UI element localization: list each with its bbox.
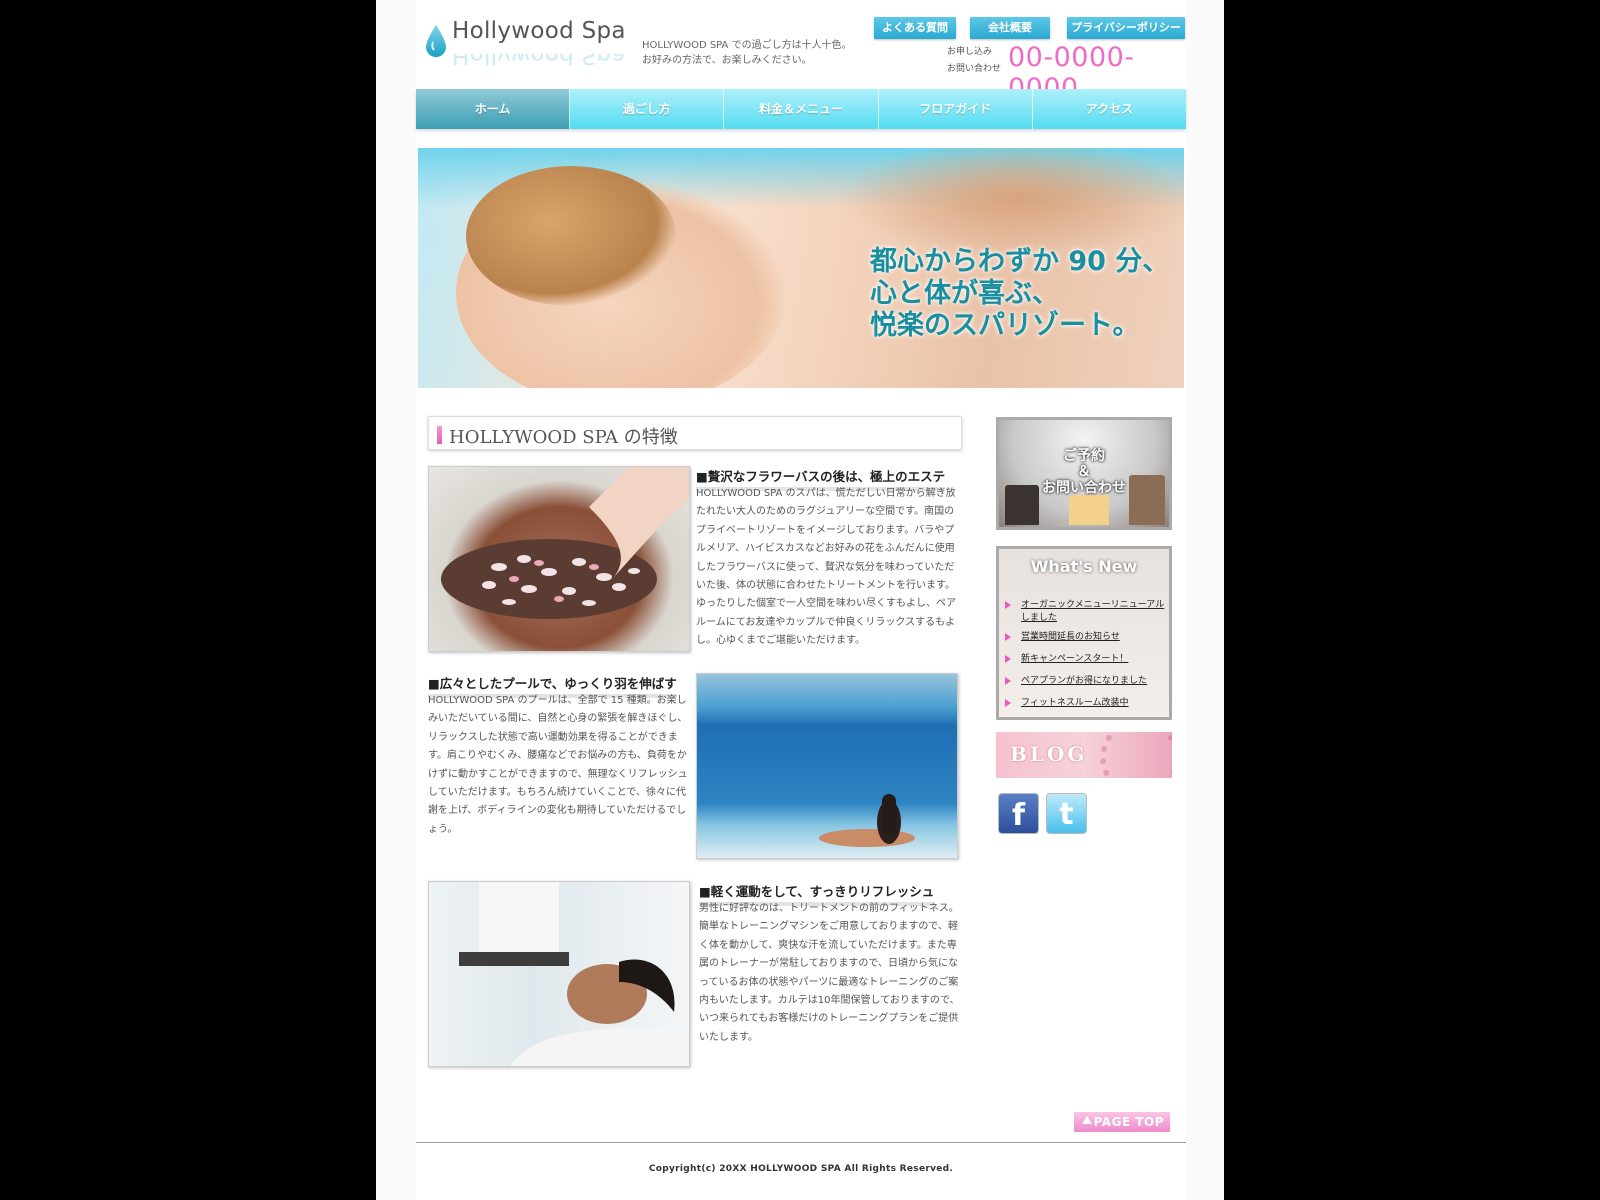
reservation-line-2: ＆	[1077, 464, 1091, 480]
hero-line-3: 悦楽のスパリゾート。	[870, 310, 1140, 341]
contact-label: お申し込み お問い合わせ	[947, 44, 1001, 78]
reservation-banner-text: ご予約 ＆ お問い合わせ	[999, 448, 1169, 496]
fitness-relax-photo	[428, 881, 690, 1067]
copyright-text: Copyright(c) 20XX HOLLYWOOD SPA All Righ…	[648, 1164, 954, 1174]
up-arrow-icon	[1082, 1116, 1092, 1124]
page-top-button[interactable]: PAGE TOP	[1074, 1112, 1170, 1132]
news-item-label: ペアプランがお得になりました	[1021, 676, 1148, 686]
pink-arrow-icon	[1005, 677, 1011, 685]
feature-2-text: HOLLYWOOD SPA のプールは、全部で 15 種類。お楽しみいただいてい…	[428, 695, 688, 835]
man-relaxing-image	[459, 882, 689, 1066]
footer-divider	[416, 1142, 1186, 1143]
privacy-policy-link[interactable]: プライバシーポリシー	[1067, 17, 1185, 39]
news-item-label: 営業時間延長のお知らせ	[1021, 632, 1120, 642]
hero-catchcopy: 都心からわずか 90 分、 心と体が喜ぶ、 悦楽のスパリゾート。	[870, 246, 1169, 342]
infinity-pool-photo	[696, 673, 958, 859]
news-item[interactable]: オーガニックメニューリニューアルしました	[1005, 599, 1165, 625]
candle-icon	[1069, 495, 1109, 525]
twitter-icon[interactable]: t	[1046, 793, 1087, 834]
whats-new-box: What's New オーガニックメニューリニューアルしました 営業時間延長のお…	[996, 546, 1172, 720]
page-wrapper: Hollywood Spa Hollywood Spa HOLLYWOOD SP…	[376, 0, 1224, 1200]
site-logo[interactable]: Hollywood Spa Hollywood Spa	[424, 18, 634, 74]
news-item-label: フィットネスルーム改装中	[1021, 698, 1129, 708]
features-heading-box: HOLLYWOOD SPA の特徴	[428, 416, 962, 450]
news-item[interactable]: 新キャンペーンスタート！	[1005, 653, 1165, 666]
pink-arrow-icon	[1005, 655, 1011, 663]
whats-new-title: What's New	[1030, 557, 1138, 576]
lace-ornament	[1100, 732, 1172, 778]
feature-1-text: HOLLYWOOD SPA のスパは、慌ただしい日常から解き放たれたい大人のため…	[696, 488, 956, 647]
flower-bath-photo	[428, 466, 690, 652]
hero-line-2: 心と体が喜ぶ、	[870, 278, 1059, 309]
nav-item-home[interactable]: ホーム	[416, 89, 571, 129]
header-tagline: HOLLYWOOD SPA での過ごし方は十人十色。 お好みの方法で、お楽しみく…	[642, 38, 852, 68]
company-link[interactable]: 会社概要	[970, 17, 1050, 39]
nav-item-how-to-enjoy[interactable]: 過ごし方	[570, 89, 725, 129]
flower-petals-image	[441, 467, 689, 619]
contact-label-line-2: お問い合わせ	[947, 64, 1002, 74]
logo-reflection: Hollywood Spa	[452, 42, 626, 68]
pink-arrow-icon	[1005, 601, 1011, 609]
hero-massage-hands	[838, 148, 1184, 258]
pink-arrow-icon	[1005, 633, 1011, 641]
blog-label: BLOG	[1010, 742, 1088, 766]
news-item[interactable]: フィットネスルーム改装中	[1005, 697, 1165, 710]
nav-item-floor-guide[interactable]: フロアガイド	[879, 89, 1033, 129]
global-nav: ホーム 過ごし方 料金＆メニュー フロアガイド アクセス	[416, 89, 1186, 129]
logo-text: Hollywood Spa	[452, 18, 626, 44]
blog-banner[interactable]: BLOG	[996, 732, 1172, 778]
facebook-icon[interactable]: f	[998, 793, 1039, 834]
hero-banner: 都心からわずか 90 分、 心と体が喜ぶ、 悦楽のスパリゾート。	[418, 148, 1184, 388]
hero-line-1: 都心からわずか 90 分、	[870, 246, 1170, 277]
water-drop-icon	[426, 25, 446, 57]
tagline-line-2: お好みの方法で、お楽しみください。	[642, 55, 812, 66]
hero-woman-hair	[466, 166, 676, 306]
faq-link[interactable]: よくある質問	[874, 17, 956, 39]
news-item[interactable]: 営業時間延長のお知らせ	[1005, 631, 1165, 644]
woman-in-pool-image	[819, 794, 915, 847]
content-area: Hollywood Spa Hollywood Spa HOLLYWOOD SP…	[416, 0, 1186, 1200]
heading-accent-bar	[437, 426, 442, 444]
reservation-contact-banner[interactable]: ご予約 ＆ お問い合わせ	[996, 417, 1172, 530]
nav-item-access[interactable]: アクセス	[1033, 89, 1186, 129]
contact-label-line-1: お申し込み	[947, 47, 993, 57]
tagline-line-1: HOLLYWOOD SPA での過ごし方は十人十色。	[642, 40, 852, 51]
news-item-label: 新キャンペーンスタート！	[1021, 654, 1129, 664]
features-heading: HOLLYWOOD SPA の特徴	[449, 427, 678, 448]
page-top-label: PAGE TOP	[1093, 1115, 1164, 1129]
feature-3-text: 男性に好評なのは、トリートメントの前のフィットネス。簡単なトレーニングマシンをご…	[699, 903, 960, 1043]
news-item[interactable]: ペアプランがお得になりました	[1005, 675, 1165, 688]
nav-item-price-menu[interactable]: 料金＆メニュー	[724, 89, 879, 129]
news-item-label: オーガニックメニューリニューアルしました	[1021, 600, 1165, 623]
reservation-line-3: お問い合わせ	[1042, 480, 1126, 496]
reservation-line-1: ご予約	[1063, 448, 1105, 464]
pink-arrow-icon	[1005, 699, 1011, 707]
